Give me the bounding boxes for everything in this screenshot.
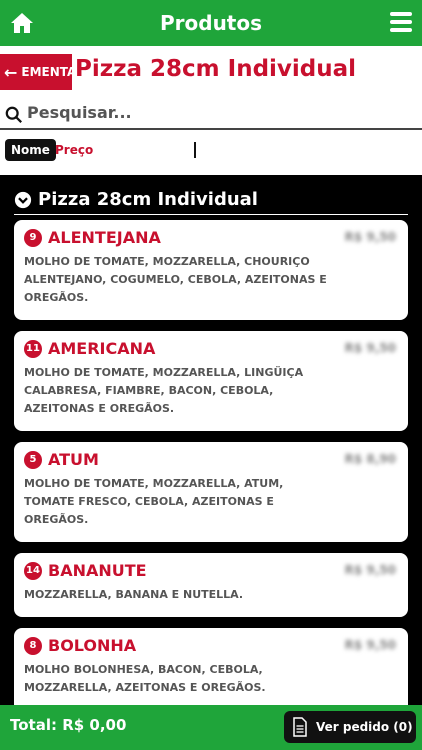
product-number-badge: 9 [24, 228, 42, 247]
top-bar: Produtos [0, 0, 422, 46]
bottom-bar: Total: R$ 0,00 Ver pedido (0) [0, 705, 422, 750]
product-card[interactable]: 8 BOLONHA R$ 9,50 MOLHO BOLONHESA, BACON… [14, 628, 408, 705]
product-name: ALENTEJANA [48, 228, 161, 247]
text-cursor [194, 142, 196, 158]
menu-icon[interactable] [390, 12, 412, 34]
product-price: R$ 9,50 [344, 563, 396, 577]
product-name: BOLONHA [48, 636, 137, 655]
chevron-down-icon [14, 191, 32, 208]
sort-bar: Nome Preço [0, 130, 422, 175]
category-title: Pizza 28cm Individual [75, 56, 357, 82]
product-price: R$ 9,50 [344, 230, 396, 244]
product-number-badge: 11 [24, 339, 42, 358]
search-input[interactable] [27, 102, 407, 122]
page-header-title: Produtos [159, 11, 263, 35]
category-header: ← EMENTA Pizza 28cm Individual [0, 46, 422, 96]
product-name: BANANUTE [48, 561, 147, 580]
product-card[interactable]: 11 AMERICANA R$ 9,50 MOLHO DE TOMATE, MO… [14, 331, 408, 431]
product-card[interactable]: 9 ALENTEJANA R$ 9,50 MOLHO DE TOMATE, MO… [14, 220, 408, 320]
product-number-badge: 5 [24, 450, 42, 469]
product-name: AMERICANA [48, 339, 156, 358]
back-button-label: EMENTA [21, 65, 77, 79]
sort-by-name-button[interactable]: Nome [5, 139, 56, 161]
order-total: Total: R$ 0,00 [10, 716, 127, 734]
document-icon [293, 717, 307, 737]
product-price: R$ 9,50 [344, 341, 396, 355]
back-button[interactable]: ← EMENTA [0, 54, 76, 90]
view-order-button[interactable]: Ver pedido (0) [284, 711, 416, 743]
product-price: R$ 8,90 [344, 452, 396, 466]
product-description: MOLHO BOLONHESA, BACON, CEBOLA, MOZZAREL… [24, 663, 266, 694]
product-name: ATUM [48, 450, 99, 469]
view-order-label: Ver pedido (0) [316, 720, 413, 734]
home-icon[interactable] [10, 11, 34, 35]
product-section: Pizza 28cm Individual 9 ALENTEJANA R$ 9,… [0, 175, 422, 705]
product-description: MOLHO DE TOMATE, MOZZARELLA, ATUM, TOMAT… [24, 477, 284, 526]
product-card[interactable]: 14 BANANUTE R$ 9,50 MOZZARELLA, BANANA E… [14, 553, 408, 617]
product-number-badge: 14 [24, 561, 42, 580]
product-number-badge: 8 [24, 636, 42, 655]
section-title: Pizza 28cm Individual [38, 189, 258, 210]
arrow-left-icon: ← [4, 62, 18, 82]
product-description: MOLHO DE TOMATE, MOZZARELLA, LINGÜIÇA CA… [24, 366, 304, 415]
sort-by-price-button[interactable]: Preço [55, 143, 93, 157]
search-icon [5, 106, 22, 123]
product-description: MOLHO DE TOMATE, MOZZARELLA, CHOURIÇO AL… [24, 255, 327, 304]
section-header[interactable]: Pizza 28cm Individual [14, 185, 408, 215]
search-bar [0, 96, 422, 130]
product-price: R$ 9,50 [344, 638, 396, 652]
product-description: MOZZARELLA, BANANA E NUTELLA. [24, 588, 244, 601]
product-card[interactable]: 5 ATUM R$ 8,90 MOLHO DE TOMATE, MOZZAREL… [14, 442, 408, 542]
